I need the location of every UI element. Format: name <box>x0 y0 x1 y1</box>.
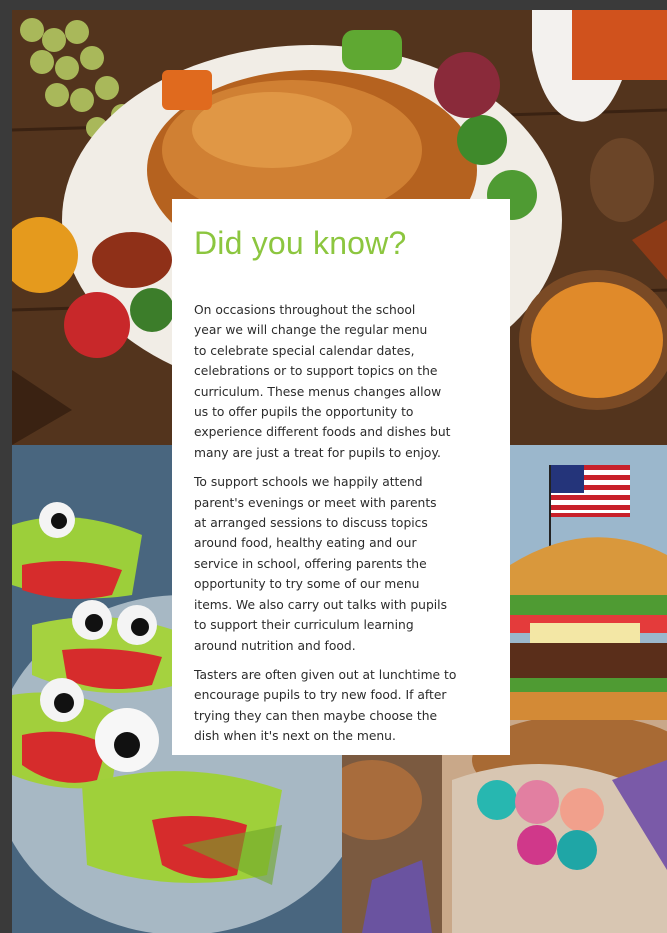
burger-photo <box>510 445 667 720</box>
paragraph-menus: On occasions throughout the school year … <box>194 303 451 460</box>
panel-title: Did you know? <box>194 225 407 261</box>
did-you-know-panel: Did you know? On occasions throughout th… <box>172 199 510 755</box>
paragraph-tasters: Tasters are often given out at lunchtime… <box>194 667 457 744</box>
paragraph-parents: To support schools we happily attend par… <box>194 475 447 653</box>
page-border-left <box>0 0 12 933</box>
menu-info-page: Did you know? On occasions throughout th… <box>0 0 667 933</box>
page-border-top <box>0 0 667 10</box>
